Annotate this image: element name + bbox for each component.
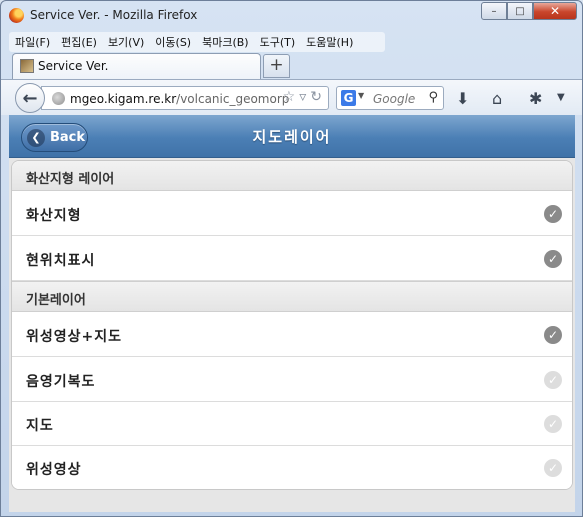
- download-icon[interactable]: ⬇: [456, 89, 469, 108]
- search-icon[interactable]: ⚲: [428, 90, 438, 105]
- item-label: 현위치표시: [26, 253, 96, 269]
- item-label: 화산지형: [26, 208, 82, 224]
- tab-strip: Service Ver. +: [1, 53, 582, 79]
- url-host: mgeo.kigam.re.kr: [70, 92, 177, 106]
- check-icon: ✓: [544, 326, 562, 344]
- back-arrow-icon: ←: [22, 87, 38, 109]
- item-label: 위성영상+지도: [26, 329, 123, 345]
- favicon-icon: [20, 59, 34, 73]
- page-title: 지도레이어: [252, 128, 332, 146]
- firefox-logo-icon: [9, 8, 24, 23]
- tab-title: Service Ver.: [38, 59, 109, 73]
- reload-icon[interactable]: ↻: [310, 89, 322, 105]
- tab-service-ver[interactable]: Service Ver.: [12, 53, 261, 79]
- engine-dropdown-icon[interactable]: ▼: [358, 91, 364, 100]
- item-label: 위성영상: [26, 462, 82, 478]
- new-tab-button[interactable]: +: [263, 54, 290, 78]
- browser-window: Service Ver. - Mozilla Firefox – □ ✕ 파일(…: [0, 0, 583, 517]
- globe-icon: [52, 92, 65, 105]
- menu-bookmarks[interactable]: 북마크(B): [196, 34, 254, 50]
- search-bar[interactable]: G ▼ Google ⚲: [336, 86, 444, 110]
- item-label: 음영기복도: [26, 374, 96, 390]
- group-label: 기본레이어: [26, 293, 86, 308]
- window-title: Service Ver. - Mozilla Firefox: [30, 8, 198, 22]
- url-path: /volcanic_geomorp: [176, 92, 290, 106]
- menu-bar: 파일(F) 편집(E) 보기(V) 이동(S) 북마크(B) 도구(T) 도움말…: [9, 32, 385, 52]
- layer-list: 화산지형 레이어 화산지형 ✓ 현위치표시 ✓ 기본레이어 위성영상+지도 ✓ …: [11, 160, 573, 490]
- bookmark-star-icon[interactable]: ☆: [283, 89, 296, 105]
- title-bar: Service Ver. - Mozilla Firefox – □ ✕: [1, 1, 582, 29]
- list-item-satellite[interactable]: 위성영상 ✓: [12, 446, 572, 489]
- check-icon: ✓: [544, 205, 562, 223]
- maximize-button[interactable]: □: [507, 2, 533, 20]
- google-engine-icon[interactable]: G: [341, 90, 356, 106]
- list-item-map[interactable]: 지도 ✓: [12, 402, 572, 446]
- close-button[interactable]: ✕: [533, 2, 577, 20]
- list-item-shaded-relief[interactable]: 음영기복도 ✓: [12, 358, 572, 402]
- dropdown-icon[interactable]: ▿: [299, 89, 306, 105]
- menu-edit[interactable]: 편집(E): [55, 34, 102, 50]
- home-icon[interactable]: ⌂: [492, 89, 502, 108]
- list-item-volcanic-landform[interactable]: 화산지형 ✓: [12, 192, 572, 236]
- url-bar[interactable]: mgeo.kigam.re.kr/volcanic_geomorp ☆ ▿ ↻: [41, 86, 329, 110]
- page-content: ❮ Back 지도레이어 화산지형 레이어 화산지형 ✓ 현위치표시 ✓ 기본레…: [9, 115, 575, 512]
- minimize-button[interactable]: –: [481, 2, 507, 20]
- menu-icon[interactable]: ▼: [557, 92, 565, 103]
- page-header: ❮ Back 지도레이어: [9, 115, 575, 158]
- check-icon: ✓: [544, 459, 562, 477]
- url-actions: ☆ ▿ ↻: [283, 89, 322, 105]
- list-item-current-location[interactable]: 현위치표시 ✓: [12, 237, 572, 281]
- check-icon: ✓: [544, 415, 562, 433]
- menu-file[interactable]: 파일(F): [9, 34, 55, 50]
- check-icon: ✓: [544, 371, 562, 389]
- check-icon: ✓: [544, 250, 562, 268]
- list-item-satellite-map[interactable]: 위성영상+지도 ✓: [12, 313, 572, 357]
- menu-tools[interactable]: 도구(T): [254, 34, 301, 50]
- menu-help[interactable]: 도움말(H): [300, 34, 358, 50]
- back-button[interactable]: ←: [15, 83, 45, 113]
- addon-icon[interactable]: ✱: [529, 89, 542, 108]
- window-controls: – □ ✕: [481, 2, 577, 20]
- group-header-volcanic: 화산지형 레이어: [12, 161, 572, 191]
- group-label: 화산지형 레이어: [26, 172, 115, 187]
- item-label: 지도: [26, 418, 54, 434]
- menu-view[interactable]: 보기(V): [102, 34, 149, 50]
- url-text[interactable]: mgeo.kigam.re.kr/volcanic_geomorp: [70, 92, 289, 106]
- search-placeholder: Google: [373, 92, 416, 106]
- navigation-bar: mgeo.kigam.re.kr/volcanic_geomorp ☆ ▿ ↻ …: [1, 79, 582, 115]
- menu-go[interactable]: 이동(S): [149, 34, 196, 50]
- group-header-base: 기본레이어: [12, 281, 572, 312]
